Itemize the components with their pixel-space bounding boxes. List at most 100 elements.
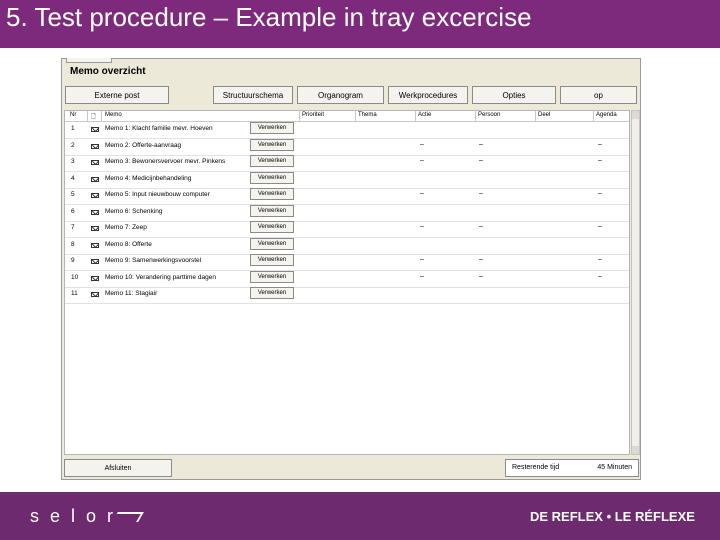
- col-person: Persoon: [478, 112, 501, 118]
- process-button[interactable]: Verwerken: [250, 155, 294, 167]
- process-button[interactable]: Verwerken: [250, 270, 294, 283]
- memo-title: Memo 9: Samenwerkingsvoorstel: [105, 257, 202, 264]
- memo-title: Memo 1: Klacht familie mevr. Hoeven: [105, 125, 213, 132]
- memo-title: Memo 4: Medicijnbehandeling: [105, 174, 192, 182]
- person-value: –: [479, 140, 483, 148]
- vertical-scrollbar[interactable]: [631, 110, 640, 455]
- process-button[interactable]: Verwerken: [250, 237, 294, 250]
- memo-number: 10: [71, 273, 79, 281]
- table-row: 6 Memo 6: Schenking Verwerken: [65, 204, 629, 222]
- window-tab[interactable]: [66, 58, 112, 63]
- table-row: 7 Memo 7: Zeep Verwerken – – –: [65, 221, 629, 238]
- scroll-up-arrow[interactable]: [632, 111, 639, 119]
- action-value: –: [420, 190, 424, 197]
- memo-number: 11: [71, 290, 78, 297]
- work-procedures-button[interactable]: Werkprocedures: [388, 86, 468, 104]
- table-row: 1 Memo 1: Klacht familie mevr. Hoeven Verw…: [65, 122, 629, 139]
- tagline: DE REFLEX • LE RÉFLEXE: [530, 509, 695, 524]
- agenda-value: –: [598, 157, 602, 164]
- col-action: Actie: [418, 112, 432, 118]
- process-button[interactable]: Verwerken: [250, 171, 294, 184]
- col-priority: Prioriteit: [302, 112, 325, 118]
- table-row: 5 Memo 5: Input nieuwbouw computer Verwerk…: [65, 188, 629, 205]
- memo-title: Memo 7: Zeep: [105, 224, 147, 231]
- action-value: –: [420, 157, 424, 164]
- remaining-time-label: Resterende tijd: [512, 464, 560, 471]
- process-button[interactable]: Verwerken: [250, 138, 294, 151]
- agenda-value: –: [598, 190, 602, 197]
- table-row: 2 Memo 2: Offerte-aanvraag Verwerken – – –: [65, 138, 629, 156]
- slide-title: 5. Test procedure – Example in tray exce…: [6, 2, 532, 32]
- process-button[interactable]: Verwerken: [250, 254, 294, 266]
- envelope-icon: [91, 209, 99, 215]
- remaining-time-box: Resterende tijd 45 Minuten: [505, 459, 639, 477]
- memo-title: Memo 5: Input nieuwbouw computer: [105, 191, 210, 198]
- col-nr: Nr: [70, 112, 77, 118]
- close-button[interactable]: Afsluiten: [64, 459, 172, 477]
- memo-number: 4: [71, 174, 75, 182]
- memo-number: 3: [71, 158, 75, 165]
- table-row: 10 Memo 10: Verandering parttime dagen Ver…: [65, 270, 629, 288]
- memo-number: 1: [71, 125, 75, 132]
- memo-title: Memo 8: Offerte: [105, 240, 152, 248]
- top-button[interactable]: op: [560, 86, 637, 104]
- memo-title: Memo 6: Schenking: [105, 207, 163, 215]
- envelope-icon: [91, 127, 99, 132]
- table-row: 9 Memo 9: Samenwerkingsvoorstel Verwerken –…: [65, 254, 629, 271]
- envelope-icon: [91, 275, 99, 281]
- action-value: –: [420, 256, 424, 263]
- process-button[interactable]: Verwerken: [250, 204, 294, 217]
- envelope-icon: [91, 259, 99, 264]
- agenda-value: –: [598, 140, 602, 148]
- person-value: –: [479, 256, 483, 263]
- memo-title: Memo 11: Stagiair: [105, 290, 158, 297]
- envelope-icon: [91, 160, 99, 165]
- process-button[interactable]: Verwerken: [250, 122, 294, 134]
- process-button[interactable]: Verwerken: [250, 287, 294, 299]
- memo-title: Memo 2: Offerte-aanvraag: [105, 141, 182, 149]
- agenda-value: –: [598, 256, 602, 263]
- memo-number: 8: [71, 240, 75, 248]
- remaining-time-value: 45 Minuten: [597, 464, 632, 471]
- table-row: 4 Memo 4: Medicijnbehandeling Verwerken: [65, 171, 629, 189]
- person-value: –: [479, 190, 483, 197]
- envelope-icon: [91, 193, 99, 198]
- selor-logo: selor: [30, 506, 125, 526]
- col-agenda: Agenda: [596, 112, 617, 118]
- memo-number: 6: [71, 207, 75, 215]
- envelope-icon: [91, 176, 99, 182]
- agenda-value: –: [598, 272, 602, 280]
- scroll-down-arrow[interactable]: [632, 446, 639, 454]
- action-value: –: [420, 272, 424, 280]
- window-title: Memo overzicht: [70, 66, 146, 77]
- process-button[interactable]: Verwerken: [250, 188, 294, 200]
- slide-header-bar: 5. Test procedure – Example in tray exce…: [0, 0, 720, 48]
- col-theme: Thema: [358, 112, 377, 118]
- table-row: 3 Memo 3: Bewonersvervoer mevr. Pinkens Ve…: [65, 155, 629, 172]
- memo-title: Memo 3: Bewonersvervoer mevr. Pinkens: [105, 158, 226, 165]
- col-part: Deel: [538, 112, 551, 118]
- memo-number: 2: [71, 141, 75, 149]
- agenda-value: –: [598, 223, 602, 230]
- options-button[interactable]: Opties: [472, 86, 556, 104]
- col-status-icon: 🗋: [91, 114, 96, 120]
- table-row: 8 Memo 8: Offerte Verwerken: [65, 237, 629, 255]
- memo-overview-window: Memo overzicht Externe post Structuursch…: [61, 58, 641, 480]
- memo-table: Nr 🗋 Memo Prioriteit Thema Actie Persoon…: [64, 110, 630, 455]
- person-value: –: [479, 157, 483, 164]
- action-value: –: [420, 223, 424, 230]
- person-value: –: [479, 223, 483, 230]
- envelope-icon: [91, 242, 99, 248]
- table-header: Nr 🗋 Memo Prioriteit Thema Actie Persoon…: [65, 111, 629, 122]
- table-row: 11 Memo 11: Stagiair Verwerken: [65, 287, 629, 304]
- organogram-button[interactable]: Organogram: [297, 86, 384, 104]
- external-mail-button[interactable]: Externe post: [65, 86, 169, 104]
- memo-title: Memo 10: Verandering parttime dagen: [105, 273, 216, 281]
- memo-number: 7: [71, 224, 75, 231]
- envelope-icon: [91, 143, 99, 149]
- envelope-icon: [91, 226, 99, 231]
- col-memo: Memo: [105, 112, 122, 118]
- structure-scheme-button[interactable]: Structuurschema: [213, 86, 293, 104]
- process-button[interactable]: Verwerken: [250, 221, 294, 233]
- person-value: –: [479, 272, 483, 280]
